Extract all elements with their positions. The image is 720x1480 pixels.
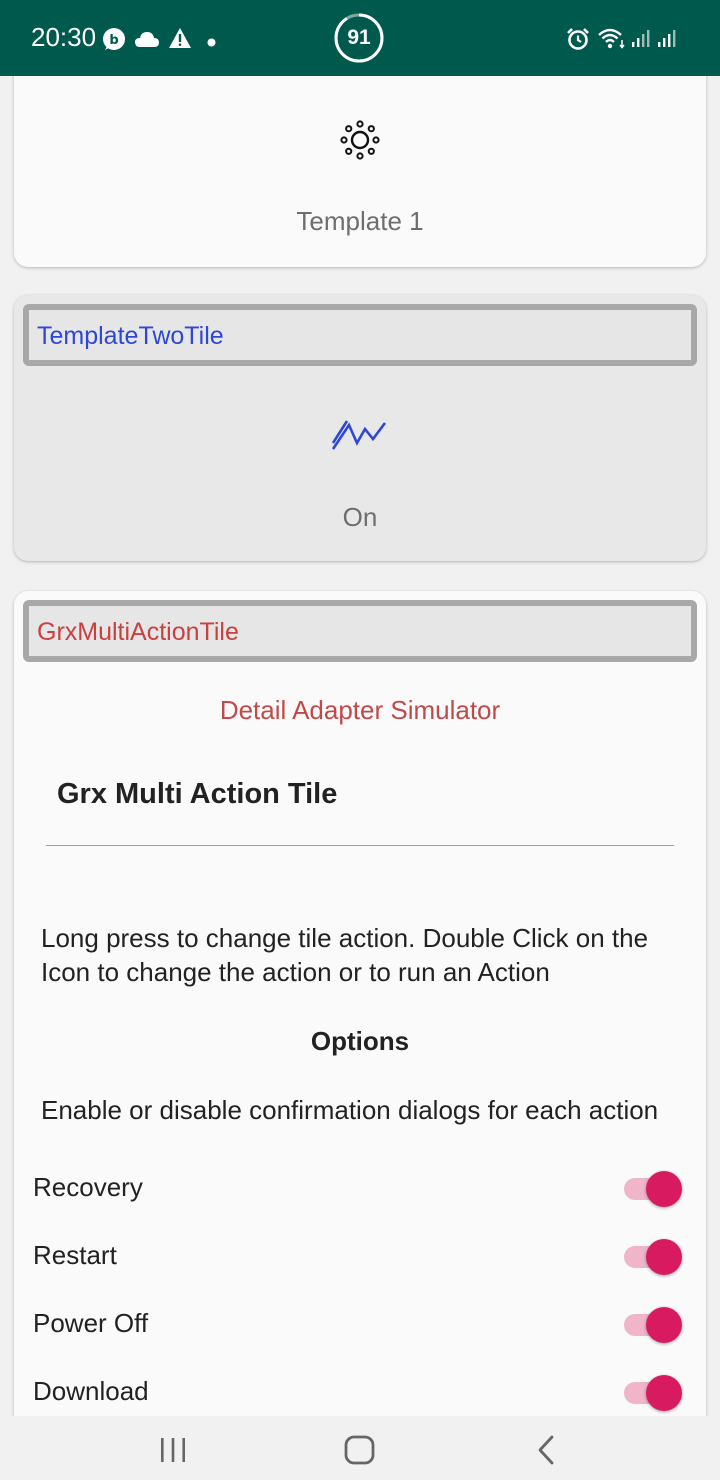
- recovery-switch[interactable]: [646, 1171, 682, 1207]
- activity-icon[interactable]: [331, 419, 387, 453]
- options-heading: Options: [310, 1026, 410, 1056]
- cloud-icon: [134, 30, 160, 53]
- template-one-label: Template 1: [296, 206, 424, 236]
- signal-icon: [630, 28, 652, 53]
- back-icon[interactable]: [535, 1434, 557, 1471]
- signal-icon: [656, 28, 680, 53]
- options-description: Enable or disable confirmation dialogs f…: [41, 1095, 659, 1125]
- svg-text:b: b: [109, 33, 118, 48]
- warning-icon: [168, 27, 192, 54]
- status-bar: 20:30 b 91: [0, 0, 720, 76]
- switch-row-restart[interactable]: Restart: [14, 1227, 706, 1287]
- dot-icon: [207, 34, 216, 52]
- template-two-state: On: [342, 502, 378, 532]
- multi-action-tile[interactable]: GrxMultiActionTile Detail Adapter Simula…: [14, 591, 706, 1416]
- switch-row-recovery[interactable]: Recovery: [14, 1159, 706, 1219]
- switch-label: Recovery: [33, 1172, 143, 1202]
- switch-label: Download: [33, 1376, 149, 1406]
- recents-icon[interactable]: [158, 1437, 188, 1468]
- status-time: 20:30: [31, 22, 97, 52]
- tile-list[interactable]: Template 1 TemplateTwoTile On GrxMultiAc…: [0, 76, 720, 1416]
- download-switch[interactable]: [646, 1375, 682, 1411]
- switch-row-download[interactable]: Download: [14, 1363, 706, 1416]
- brightness-icon[interactable]: [339, 119, 381, 161]
- multi-action-title: GrxMultiActionTile: [37, 618, 239, 646]
- power-off-switch[interactable]: [646, 1307, 682, 1343]
- template-two-tile[interactable]: TemplateTwoTile On: [14, 295, 706, 561]
- multi-action-title-box: GrxMultiActionTile: [23, 600, 697, 662]
- heading-divider: [46, 845, 674, 846]
- detail-adapter-simulator-link[interactable]: Detail Adapter Simulator: [14, 695, 706, 726]
- switch-row-power-off[interactable]: Power Off: [14, 1295, 706, 1355]
- wifi-icon: [597, 27, 627, 54]
- navigation-bar: [0, 1416, 720, 1480]
- battery-level: 91: [347, 26, 371, 49]
- alarm-icon: [566, 27, 590, 56]
- restart-switch[interactable]: [646, 1239, 682, 1275]
- multi-action-heading: Grx Multi Action Tile: [57, 778, 338, 810]
- switch-label: Power Off: [33, 1308, 149, 1338]
- template-one-tile[interactable]: Template 1: [14, 76, 706, 267]
- home-icon[interactable]: [343, 1435, 377, 1470]
- switch-label: Restart: [33, 1240, 117, 1270]
- template-two-title: TemplateTwoTile: [37, 322, 224, 350]
- tile-description: Long press to change tile action. Double…: [41, 923, 649, 987]
- template-two-title-box: TemplateTwoTile: [23, 304, 697, 366]
- whatsapp-business-icon: b: [101, 26, 127, 57]
